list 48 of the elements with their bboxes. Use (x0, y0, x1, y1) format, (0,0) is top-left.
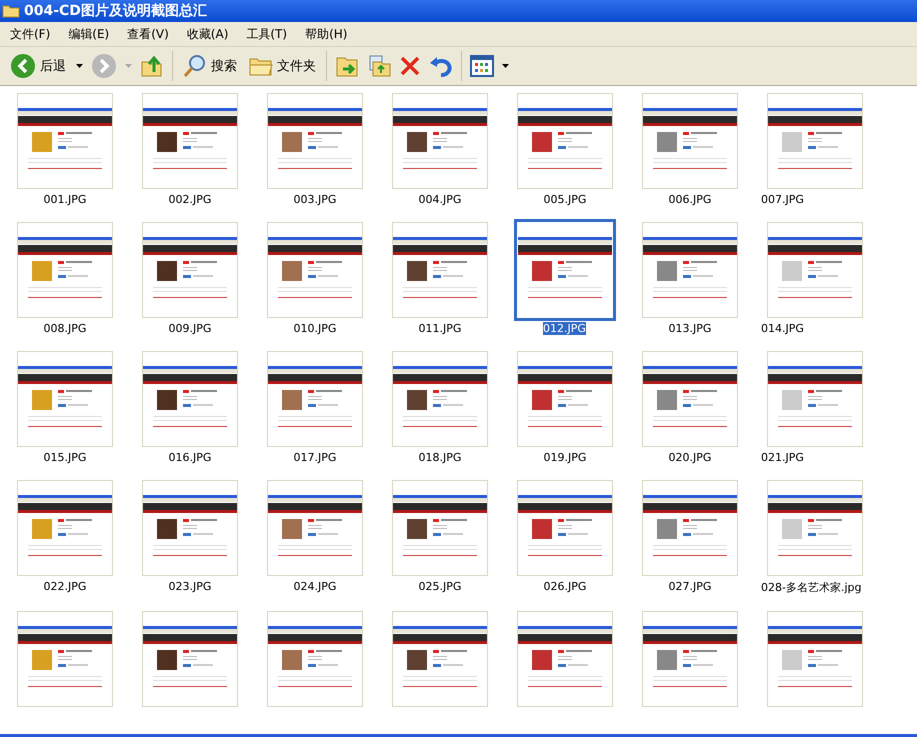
file-name: 020.JPG (668, 451, 712, 464)
file-name: 006.JPG (668, 193, 712, 206)
window-title: 004-CD图片及说明截图总汇 (24, 2, 207, 20)
file-name: 016.JPG (168, 451, 212, 464)
file-name: 022.JPG (42, 580, 88, 593)
back-button[interactable]: 后退 (8, 53, 68, 79)
file-name: 014.JPG (761, 322, 804, 335)
image-thumbnail[interactable] (514, 219, 616, 321)
file-name: 004.JPG (418, 193, 462, 206)
file-name: 024.JPG (292, 580, 338, 593)
menu-item[interactable]: 编辑(E) (68, 26, 110, 42)
folder-icon (2, 4, 20, 18)
menu-item[interactable]: 文件(F) (10, 26, 50, 42)
search-button[interactable]: 搜索 (181, 54, 239, 78)
menu-item[interactable]: 工具(T) (246, 26, 288, 42)
menu-item[interactable]: 查看(V) (127, 26, 169, 42)
file-name: 023.JPG (168, 580, 212, 593)
caret-icon[interactable] (76, 64, 83, 68)
search-icon (183, 54, 207, 78)
file-name: 013.JPG (668, 322, 712, 335)
file-name: 019.JPG (542, 451, 588, 464)
file-name: 001.JPG (42, 193, 88, 206)
file-name: 012.JPG (543, 322, 586, 335)
file-name: 015.JPG (42, 451, 88, 464)
file-name: 028-多名艺术家.jpg (761, 580, 862, 595)
file-name: 005.JPG (542, 193, 588, 206)
folder-up-icon[interactable] (140, 54, 164, 78)
menu-item[interactable]: 收藏(A) (186, 26, 228, 42)
file-name: 021.JPG (761, 451, 804, 464)
views-icon[interactable] (470, 55, 494, 77)
file-name: 008.JPG (42, 322, 88, 335)
copy-to-icon[interactable] (367, 54, 391, 78)
caret-icon[interactable] (502, 64, 509, 68)
undo-icon[interactable] (429, 54, 453, 78)
file-name: 009.JPG (168, 322, 212, 335)
file-name: 027.JPG (668, 580, 712, 593)
file-name: 026.JPG (542, 580, 588, 593)
file-name: 017.JPG (292, 451, 338, 464)
file-name: 002.JPG (168, 193, 212, 206)
file-name: 011.JPG (418, 322, 462, 335)
file-name: 025.JPG (418, 580, 462, 593)
delete-icon[interactable] (399, 55, 421, 77)
file-name: 003.JPG (292, 193, 338, 206)
menu-item[interactable]: 帮助(H) (305, 26, 348, 42)
folders-button[interactable]: 文件夹 (247, 55, 318, 77)
file-name: 018.JPG (418, 451, 462, 464)
file-name: 007.JPG (761, 193, 804, 206)
file-name: 010.JPG (292, 322, 338, 335)
